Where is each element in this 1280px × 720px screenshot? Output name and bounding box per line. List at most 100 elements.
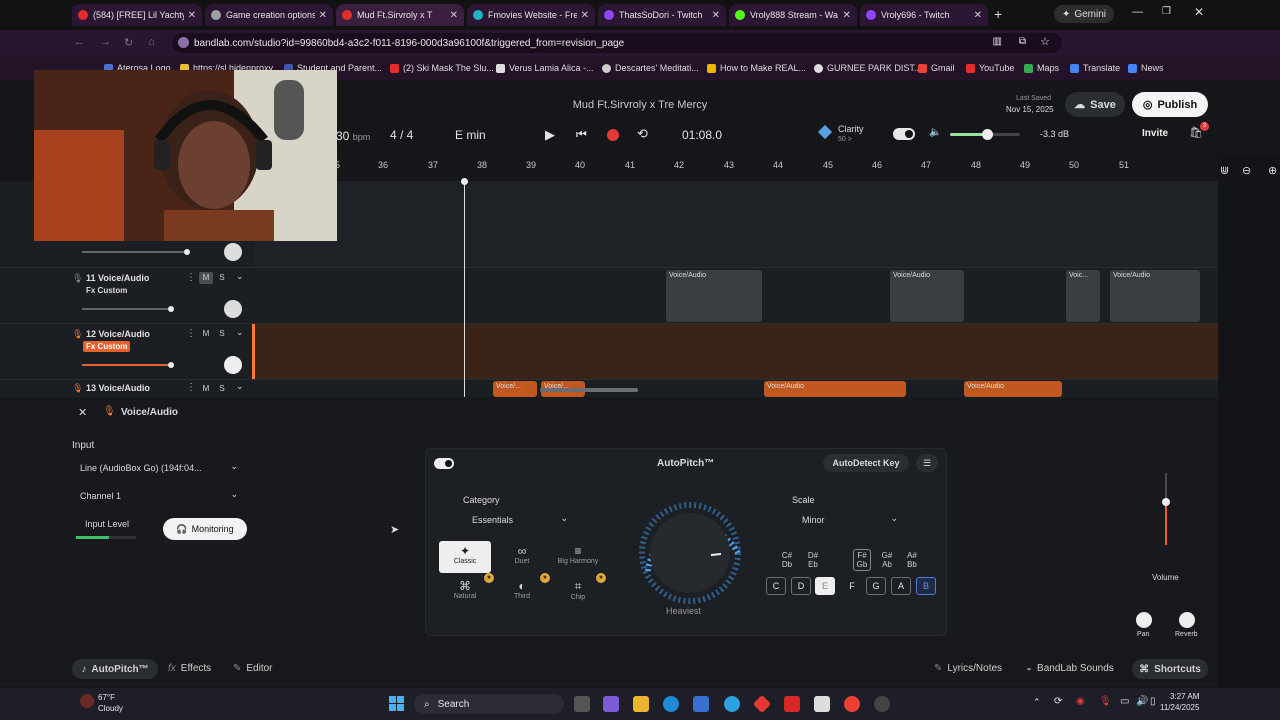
edge-icon[interactable]: [663, 696, 679, 712]
taskbar-search[interactable]: ⌕ Search: [414, 694, 564, 714]
track-volume-slider[interactable]: [82, 249, 190, 255]
clock-time[interactable]: 3:27 AM: [1170, 692, 1199, 701]
copilot-icon[interactable]: [603, 696, 619, 712]
tab-autopitch[interactable]: ♪ AutoPitch™: [72, 659, 158, 679]
close-icon[interactable]: ✕: [319, 10, 327, 21]
more-icon[interactable]: ⋮: [186, 272, 196, 283]
key-c[interactable]: C: [766, 577, 786, 595]
track-volume-slider[interactable]: [82, 362, 174, 368]
youtube-icon[interactable]: [784, 696, 800, 712]
chevron-up-icon[interactable]: ⌃: [1033, 697, 1041, 708]
pan-knob[interactable]: [224, 243, 242, 261]
reader-icon[interactable]: ▥: [993, 36, 1002, 47]
more-icon[interactable]: ⋮: [186, 382, 196, 393]
close-icon[interactable]: ✕: [450, 10, 458, 21]
play-button[interactable]: ▶: [545, 127, 555, 143]
rewind-button[interactable]: ⏮: [576, 127, 587, 142]
audio-clip[interactable]: Voic...: [1066, 270, 1100, 322]
browser-tab[interactable]: ThatsSoDori - Twitch ✕: [598, 4, 726, 26]
solo-button[interactable]: S: [215, 328, 229, 340]
time-signature[interactable]: 4 / 4: [390, 128, 413, 142]
browser-tab[interactable]: (584) [FREE] Lil Yachty ✕: [72, 4, 202, 26]
speaker-icon[interactable]: 🔊: [1136, 696, 1148, 707]
audio-clip[interactable]: Voice/Audio: [1110, 270, 1200, 322]
key-b[interactable]: B: [916, 577, 936, 595]
key-c-sharp[interactable]: C# Db: [778, 551, 796, 569]
zoom-in-icon[interactable]: ⊕: [1268, 164, 1277, 177]
bookmark-item[interactable]: Descartes' Meditati...: [602, 63, 699, 73]
home-icon[interactable]: ⌂: [148, 36, 155, 48]
window-close-button[interactable]: ✕: [1194, 5, 1204, 19]
solo-button[interactable]: S: [215, 272, 229, 284]
chevron-down-icon[interactable]: ⌄: [236, 327, 244, 338]
preset-classic[interactable]: ✦ Classic: [439, 541, 491, 573]
network-icon[interactable]: ▭: [1120, 696, 1129, 707]
track-fx-label[interactable]: Fx Custom: [86, 286, 127, 295]
preset-duet[interactable]: ∞ Duet: [496, 541, 548, 573]
channel-select[interactable]: Channel 1 ⌄: [74, 487, 246, 505]
close-panel-button[interactable]: ✕: [78, 406, 87, 419]
mute-button[interactable]: M: [199, 272, 213, 284]
bookmark-item[interactable]: How to Make REAL...: [707, 63, 806, 73]
audio-clip[interactable]: Voice/Audio: [666, 270, 762, 322]
weather-temp[interactable]: 67°F: [98, 693, 115, 702]
playhead-handle[interactable]: [461, 178, 468, 185]
pan-knob[interactable]: [224, 356, 242, 374]
microphone-icon[interactable]: 🎙: [1099, 696, 1112, 707]
battery-icon[interactable]: ▯: [1150, 696, 1156, 707]
app-icon[interactable]: [874, 696, 890, 712]
publish-button[interactable]: ◎ Publish: [1132, 92, 1208, 117]
track-row-selected[interactable]: 🎙 12 Voice/Audio Fx Custom ⋮ M S ⌄: [0, 323, 1218, 380]
key-g-sharp[interactable]: G# Ab: [878, 551, 896, 569]
gemini-button[interactable]: ✦ Gemini: [1054, 5, 1114, 23]
tab-effects[interactable]: fx Effects: [168, 663, 211, 674]
speaker-icon[interactable]: 🔈: [929, 127, 941, 138]
track-name[interactable]: 11 Voice/Audio: [86, 273, 149, 283]
solo-button[interactable]: S: [215, 383, 229, 395]
weather-desc[interactable]: Cloudy: [98, 704, 123, 713]
windows-start-icon[interactable]: [389, 696, 405, 712]
scale-select[interactable]: Minor ⌄: [796, 511, 906, 529]
clarity-value[interactable]: 50 >: [838, 136, 852, 143]
zoom-out-icon[interactable]: ⊖: [1242, 164, 1251, 177]
star-icon[interactable]: ☆: [1040, 35, 1050, 48]
url-input[interactable]: bandlab.com/studio?id=99860bd4-a3c2-f011…: [172, 33, 1062, 53]
file-explorer-icon[interactable]: [633, 696, 649, 712]
bookmark-item[interactable]: Verus Lamia Alica -...: [496, 63, 594, 73]
mute-button[interactable]: M: [199, 383, 213, 395]
browser-tab-active[interactable]: Mud Ft.Sirvroly x T ✕: [336, 4, 464, 26]
audio-clip[interactable]: Voice/Audio: [890, 270, 964, 322]
preset-big-harmony[interactable]: ≡ Big Harmony: [552, 541, 604, 573]
tab-editor[interactable]: ✎ Editor: [233, 663, 273, 674]
chrome-icon[interactable]: [844, 696, 860, 712]
close-icon[interactable]: ✕: [712, 10, 720, 21]
bookmark-item[interactable]: GURNEE PARK DIST...: [814, 63, 921, 73]
autopitch-dial[interactable]: [631, 501, 749, 611]
autodetect-key-button[interactable]: AutoDetect Key: [823, 454, 909, 472]
app-icon[interactable]: [814, 696, 830, 712]
browser-tab[interactable]: Vroly696 - Twitch ✕: [860, 4, 988, 26]
bookmark-translate[interactable]: Translate: [1070, 63, 1120, 73]
settings-sliders-icon[interactable]: ☰: [916, 454, 938, 472]
reverb-knob[interactable]: [1179, 612, 1195, 628]
track-volume-slider[interactable]: [82, 306, 174, 312]
track-fx-label[interactable]: Fx Custom: [83, 341, 131, 352]
pan-knob[interactable]: [1136, 612, 1152, 628]
key-f-sharp[interactable]: F# Gb: [853, 549, 871, 571]
task-view-icon[interactable]: [574, 696, 590, 712]
horizontal-scrollbar[interactable]: [540, 388, 638, 392]
bookmark-youtube[interactable]: YouTube: [966, 63, 1014, 73]
app-icon[interactable]: [752, 694, 772, 714]
audio-clip[interactable]: Voice/...: [493, 381, 537, 397]
mute-button[interactable]: M: [199, 328, 213, 340]
key-f[interactable]: F: [842, 577, 862, 595]
back-icon[interactable]: ←: [74, 36, 85, 48]
install-icon[interactable]: ⧉: [1019, 36, 1026, 47]
close-icon[interactable]: ✕: [843, 10, 851, 21]
track-name[interactable]: 12 Voice/Audio: [86, 329, 150, 339]
pan-knob[interactable]: [224, 300, 242, 318]
new-tab-button[interactable]: +: [994, 6, 1002, 22]
magnet-icon[interactable]: ⋓: [1220, 164, 1229, 177]
close-icon[interactable]: ✕: [974, 10, 982, 21]
bookmark-news[interactable]: News: [1128, 63, 1164, 73]
